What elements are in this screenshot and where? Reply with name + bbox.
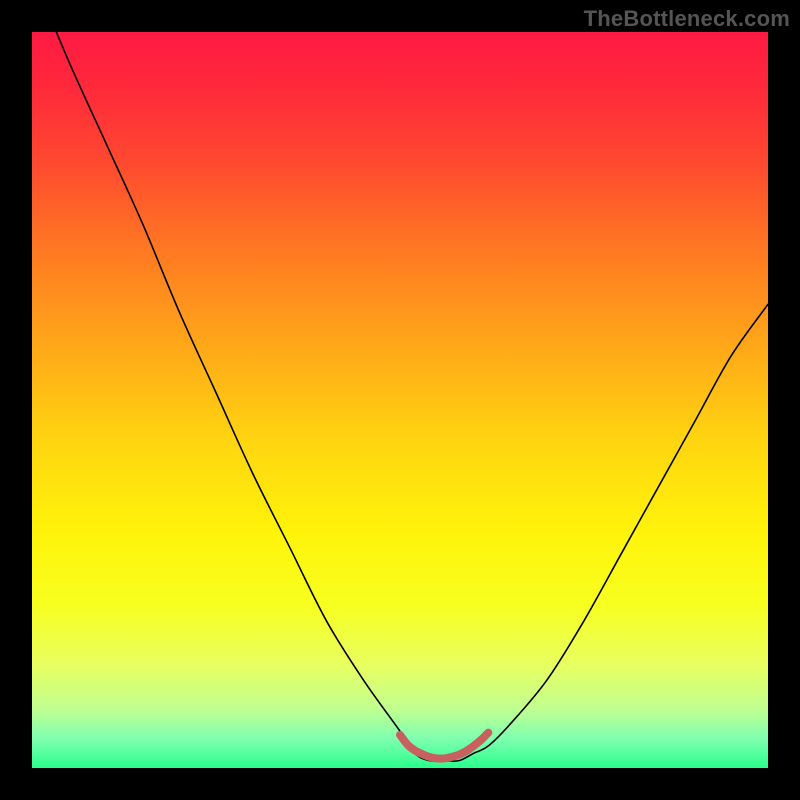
- gradient-background: [32, 32, 768, 768]
- bottleneck-chart: [32, 32, 768, 768]
- watermark-text: TheBottleneck.com: [584, 6, 790, 32]
- plot-area: [32, 32, 768, 768]
- chart-frame: TheBottleneck.com: [0, 0, 800, 800]
